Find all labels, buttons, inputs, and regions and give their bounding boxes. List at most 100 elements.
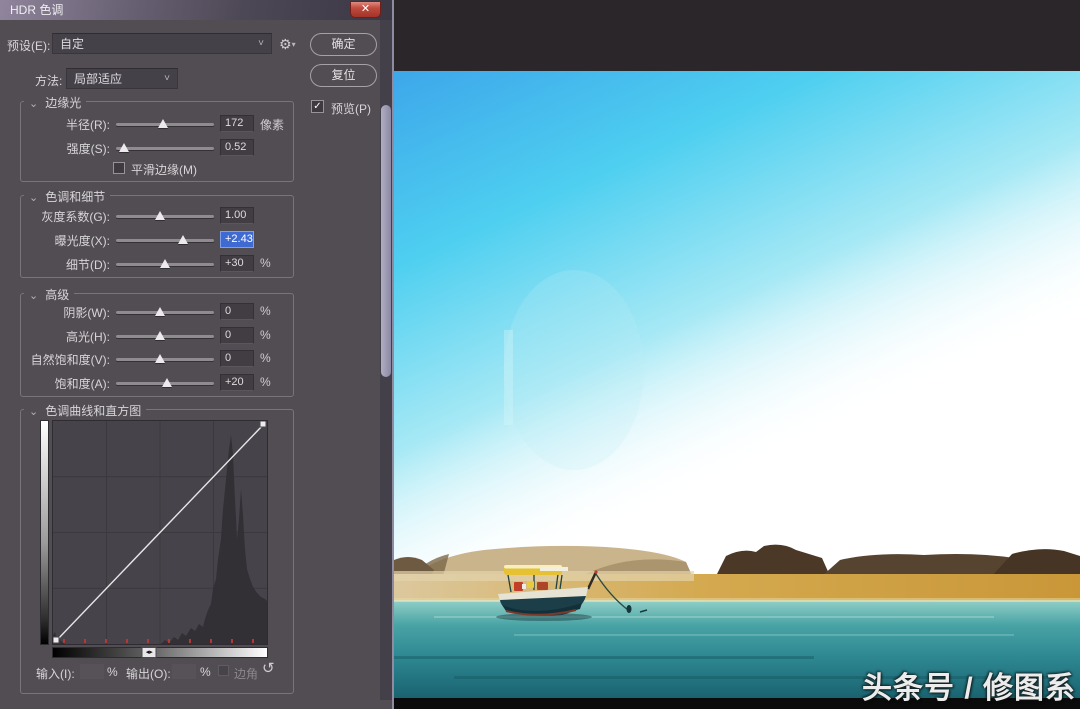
- dialog-title: HDR 色调: [10, 3, 64, 17]
- shadow-value[interactable]: 0: [220, 303, 254, 320]
- curve-vertical-gradient: [40, 420, 49, 645]
- highlight-slider[interactable]: [116, 331, 214, 340]
- vibrance-unit: %: [260, 351, 271, 365]
- input-field[interactable]: [80, 664, 104, 679]
- reset-curve-button[interactable]: ↺: [262, 659, 275, 677]
- close-button[interactable]: ✕: [350, 1, 381, 18]
- radius-slider[interactable]: [116, 119, 214, 128]
- vibrance-row: 自然饱和度(V): 0 %: [0, 350, 394, 368]
- shadow-label: 阴影(W):: [63, 306, 110, 320]
- curve-title: 色调曲线和直方图: [45, 404, 142, 418]
- advanced-title: 高级: [45, 288, 70, 302]
- output-unit: %: [200, 665, 211, 679]
- input-unit: %: [107, 665, 118, 679]
- method-dropdown[interactable]: 局部适应 ˅: [66, 68, 178, 89]
- radius-unit: 像素: [260, 118, 285, 132]
- gamma-row: 灰度系数(G): 1.00: [0, 207, 394, 225]
- collapse-chevron-icon: ⌄: [29, 98, 39, 110]
- gamma-label: 灰度系数(G):: [41, 210, 110, 224]
- radius-slider-thumb[interactable]: [158, 119, 169, 128]
- exposure-value[interactable]: +2.43: [220, 231, 254, 248]
- canvas-top-bar: [394, 0, 1080, 71]
- preset-dropdown[interactable]: 自定 ˅: [52, 33, 272, 54]
- strength-label: 强度(S):: [66, 142, 110, 156]
- saturation-value[interactable]: +20: [220, 374, 254, 391]
- curve-point-start: [52, 636, 60, 644]
- dialog-scrollbar[interactable]: [380, 20, 392, 700]
- radius-row: 半径(R): 172 像素: [0, 115, 394, 133]
- vibrance-slider[interactable]: [116, 354, 214, 363]
- detail-slider[interactable]: [116, 259, 214, 268]
- detail-value[interactable]: +30: [220, 255, 254, 272]
- reset-button[interactable]: 复位: [310, 64, 377, 87]
- detail-label: 细节(D):: [66, 258, 110, 272]
- highlight-value[interactable]: 0: [220, 327, 254, 344]
- collapse-chevron-icon: ⌄: [29, 290, 39, 302]
- method-label: 方法:: [35, 74, 63, 88]
- vibrance-label: 自然饱和度(V):: [30, 353, 110, 367]
- vibrance-slider-thumb[interactable]: [155, 354, 166, 363]
- saturation-slider-thumb[interactable]: [161, 378, 172, 387]
- saturation-label: 饱和度(A):: [54, 377, 110, 391]
- input-label: 输入(I):: [36, 667, 75, 681]
- shadow-slider[interactable]: [116, 307, 214, 316]
- exposure-slider[interactable]: [116, 235, 214, 244]
- shadow-unit: %: [260, 304, 271, 318]
- detail-row: 细节(D): +30 %: [0, 255, 394, 273]
- highlight-row: 高光(H): 0 %: [0, 327, 394, 345]
- saturation-unit: %: [260, 375, 271, 389]
- detail-slider-thumb[interactable]: [160, 259, 170, 268]
- scrollbar-thumb[interactable]: [381, 105, 391, 377]
- chevron-down-icon: ˅: [164, 73, 170, 84]
- preset-options-gear[interactable]: ⚙▾: [279, 36, 296, 53]
- method-value: 局部适应: [74, 72, 123, 86]
- curve-point-end: [259, 420, 267, 428]
- shadow-slider-thumb[interactable]: [155, 307, 166, 316]
- detail-unit: %: [260, 256, 271, 270]
- check-icon: ✓: [313, 101, 322, 112]
- preset-value: 自定: [60, 37, 85, 51]
- strength-slider-thumb[interactable]: [118, 143, 129, 152]
- exposure-row: 曝光度(X): +2.43: [0, 231, 394, 249]
- curve-graph[interactable]: [52, 420, 268, 645]
- gamma-slider[interactable]: [116, 211, 214, 220]
- curve-header[interactable]: ⌄ 色调曲线和直方图: [24, 402, 147, 419]
- watermark: 头条号 / 修图系: [861, 672, 1076, 705]
- corner-label: 边角: [234, 667, 259, 681]
- ok-button[interactable]: 确定: [310, 33, 377, 56]
- hdr-toning-dialog: HDR 色调 ✕ 预设(E): 自定 ˅ ⚙▾ 确定 方法: 局部适应 ˅ 复位…: [0, 0, 394, 709]
- gear-icon: ⚙: [279, 36, 292, 52]
- edge-glow-title: 边缘光: [45, 96, 82, 110]
- curve-horizontal-gradient: ◂▸: [52, 647, 268, 658]
- radius-value[interactable]: 172: [220, 115, 254, 132]
- close-icon: ✕: [360, 3, 371, 15]
- strength-row: 强度(S): 0.52: [0, 139, 394, 157]
- highlight-unit: %: [260, 328, 271, 342]
- shadow-row: 阴影(W): 0 %: [0, 303, 394, 321]
- corner-checkbox[interactable]: [218, 665, 229, 676]
- gamma-slider-thumb[interactable]: [155, 211, 166, 220]
- preset-label: 预设(E):: [7, 39, 51, 53]
- saturation-slider[interactable]: [116, 378, 214, 387]
- dialog-titlebar[interactable]: HDR 色调: [0, 0, 392, 20]
- saturation-row: 饱和度(A): +20 %: [0, 374, 394, 392]
- edge-glow-header[interactable]: ⌄ 边缘光: [24, 94, 87, 111]
- gamma-value[interactable]: 1.00: [220, 207, 254, 224]
- preview-checkbox[interactable]: ✓: [311, 100, 324, 113]
- smooth-edges-checkbox[interactable]: [113, 162, 125, 174]
- vibrance-value[interactable]: 0: [220, 350, 254, 367]
- output-field[interactable]: [172, 664, 196, 679]
- smooth-edges-label: 平滑边缘(M): [131, 163, 197, 177]
- tone-detail-title: 色调和细节: [45, 190, 106, 204]
- tone-detail-header[interactable]: ⌄ 色调和细节: [24, 188, 111, 205]
- exposure-slider-thumb[interactable]: [177, 235, 188, 244]
- output-label: 输出(O):: [126, 667, 171, 681]
- strength-value[interactable]: 0.52: [220, 139, 254, 156]
- reset-curve-icon: ↺: [262, 660, 275, 677]
- advanced-header[interactable]: ⌄ 高级: [24, 286, 75, 303]
- gradient-arrows-icon: ◂▸: [145, 649, 153, 656]
- strength-slider[interactable]: [116, 143, 214, 152]
- gradient-midpoint-handle[interactable]: ◂▸: [141, 647, 157, 658]
- highlight-slider-thumb[interactable]: [155, 331, 166, 340]
- gear-drop-icon: ▾: [291, 40, 296, 49]
